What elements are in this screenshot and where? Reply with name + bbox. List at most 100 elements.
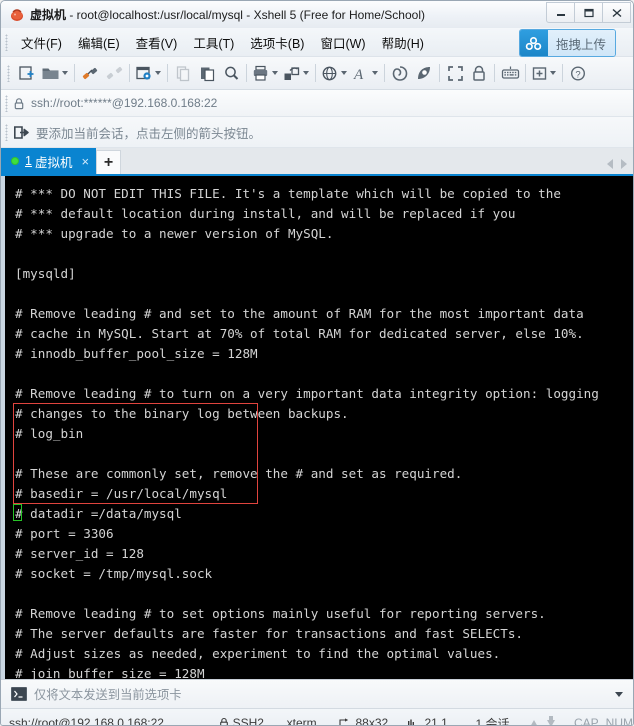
status-caps: CAP bbox=[573, 716, 599, 726]
new-file-plus-icon bbox=[19, 65, 34, 80]
menu-file[interactable]: 文件(F) bbox=[13, 30, 70, 55]
cut-button[interactable] bbox=[171, 60, 195, 86]
main-toolbar: A ? bbox=[1, 57, 633, 90]
help-button[interactable]: ? bbox=[566, 60, 590, 86]
window-title-rest: - root@localhost:/usr/local/mysql - Xshe… bbox=[66, 8, 425, 22]
terminal-line: # basedir = /usr/local/mysql bbox=[15, 486, 228, 501]
minimize-button[interactable] bbox=[546, 2, 575, 23]
tab-scroll-controls bbox=[607, 159, 627, 169]
new-tab-button[interactable]: + bbox=[96, 150, 122, 174]
font-button[interactable]: A bbox=[350, 60, 381, 86]
fullscreen-button[interactable] bbox=[443, 60, 467, 86]
command-prompt-icon bbox=[11, 687, 27, 701]
question-circle-icon: ? bbox=[570, 65, 586, 81]
chevron-left-icon[interactable] bbox=[607, 159, 613, 169]
drag-upload-button[interactable]: 拖拽上传 bbox=[518, 29, 616, 57]
menu-view[interactable]: 查看(V) bbox=[128, 30, 186, 55]
printer-icon bbox=[253, 65, 268, 81]
tab-virtual-machine[interactable]: 1 虚拟机 × bbox=[1, 148, 97, 174]
paste-button[interactable] bbox=[195, 60, 219, 86]
keyboard-icon bbox=[501, 66, 519, 79]
terminal-line: # port = 3306 bbox=[15, 526, 114, 541]
terminal-pane[interactable]: # *** DO NOT EDIT THIS FILE. It's a temp… bbox=[1, 176, 633, 679]
xagent-button[interactable] bbox=[412, 60, 436, 86]
find-button[interactable] bbox=[219, 60, 243, 86]
properties-button[interactable] bbox=[133, 60, 164, 86]
chevron-down-icon[interactable] bbox=[303, 71, 309, 75]
address-bar[interactable]: ssh://root:******@192.168.0.168:22 bbox=[1, 90, 633, 117]
clipboard-paste-icon bbox=[200, 67, 214, 81]
menu-tabs[interactable]: 选项卡(B) bbox=[242, 30, 312, 55]
address-input[interactable]: ssh://root:******@192.168.0.168:22 bbox=[31, 96, 217, 110]
terminal-line: # Adjust sizes as needed, experiment to … bbox=[15, 646, 501, 661]
add-session-arrow-icon[interactable] bbox=[13, 125, 29, 140]
chevron-down-icon[interactable] bbox=[372, 71, 378, 75]
toolbar-separator bbox=[562, 64, 563, 82]
status-protocol: SSH2 bbox=[232, 716, 264, 726]
folder-icon bbox=[42, 68, 59, 79]
send-command-bar[interactable]: 仅将文本发送到当前选项卡 bbox=[1, 679, 633, 708]
chevron-down-icon[interactable] bbox=[62, 71, 68, 75]
toolbar-drag-grip[interactable] bbox=[7, 64, 10, 82]
tab-status-dot-icon bbox=[11, 157, 19, 165]
chevron-down-icon[interactable] bbox=[550, 71, 556, 75]
keyboard-button[interactable] bbox=[498, 60, 522, 86]
xftp-button[interactable] bbox=[388, 60, 412, 86]
status-num: NUM bbox=[605, 716, 633, 726]
open-session-button[interactable] bbox=[39, 60, 71, 86]
magnifier-icon bbox=[224, 66, 238, 80]
menu-bar: 文件(F) 编辑(E) 查看(V) 工具(T) 选项卡(B) 窗口(W) 帮助(… bbox=[1, 28, 633, 57]
tab-close-icon[interactable]: × bbox=[81, 155, 89, 168]
hintbar-drag-grip[interactable] bbox=[5, 123, 8, 141]
add-to-folder-button[interactable] bbox=[529, 60, 559, 86]
terminal-line: # server_id = 128 bbox=[15, 546, 144, 561]
addressbar-drag-grip[interactable] bbox=[5, 94, 8, 112]
status-bar: ssh://root@192.168.0.168:22 SSH2 xterm 8… bbox=[1, 708, 633, 726]
print-button[interactable] bbox=[250, 60, 281, 86]
terminal-line: # The server defaults are faster for tra… bbox=[15, 626, 523, 641]
window-gear-icon bbox=[136, 66, 151, 80]
toolbar-separator bbox=[129, 64, 130, 82]
chevron-down-icon[interactable] bbox=[615, 691, 623, 697]
toolbar-separator bbox=[246, 64, 247, 82]
disconnect-button[interactable] bbox=[102, 60, 126, 86]
add-session-hint-bar: 要添加当前会话，点击左侧的箭头按钮。 bbox=[1, 117, 633, 148]
window-title-session: 虚拟机 bbox=[30, 8, 67, 22]
add-session-hint-text: 要添加当前会话，点击左侧的箭头按钮。 bbox=[36, 126, 262, 141]
lock-icon bbox=[219, 717, 229, 725]
terminal-line: # These are commonly set, remove the # a… bbox=[15, 466, 463, 481]
menu-edit[interactable]: 编辑(E) bbox=[70, 30, 128, 55]
chevron-right-icon[interactable] bbox=[621, 159, 627, 169]
lock-button[interactable] bbox=[467, 60, 491, 86]
chevron-down-icon[interactable] bbox=[341, 71, 347, 75]
encoding-button[interactable] bbox=[319, 60, 350, 86]
terminal-line: # changes to the binary log between back… bbox=[15, 406, 349, 421]
menu-drag-grip[interactable] bbox=[5, 33, 8, 51]
toolbar-separator bbox=[494, 64, 495, 82]
maximize-button[interactable] bbox=[574, 2, 603, 23]
lock-icon bbox=[473, 65, 485, 81]
toolbar-separator bbox=[167, 64, 168, 82]
terminal-line: # innodb_buffer_pool_size = 128M bbox=[15, 346, 258, 361]
new-session-button[interactable] bbox=[15, 60, 39, 86]
menu-tools[interactable]: 工具(T) bbox=[185, 30, 242, 55]
terminal-line: # *** upgrade to a newer version of MySQ… bbox=[15, 226, 334, 241]
terminal-line: # socket = /tmp/mysql.sock bbox=[15, 566, 213, 581]
menu-window[interactable]: 窗口(W) bbox=[312, 30, 373, 55]
minimize-icon bbox=[556, 13, 565, 16]
terminal-text[interactable]: # *** DO NOT EDIT THIS FILE. It's a temp… bbox=[5, 176, 633, 679]
chevron-down-icon[interactable] bbox=[272, 71, 278, 75]
connect-button[interactable] bbox=[78, 60, 102, 86]
svg-text:A: A bbox=[353, 67, 364, 82]
close-button[interactable] bbox=[602, 2, 631, 23]
status-transfer-indicators bbox=[530, 715, 568, 725]
terminal-line: # Remove leading # and set to the amount… bbox=[15, 306, 584, 321]
transfer-button[interactable] bbox=[281, 60, 312, 86]
chevron-down-icon[interactable] bbox=[155, 71, 161, 75]
menu-help[interactable]: 帮助(H) bbox=[374, 30, 432, 55]
plug-connect-icon bbox=[82, 67, 97, 79]
send-input[interactable]: 仅将文本发送到当前选项卡 bbox=[34, 685, 182, 703]
